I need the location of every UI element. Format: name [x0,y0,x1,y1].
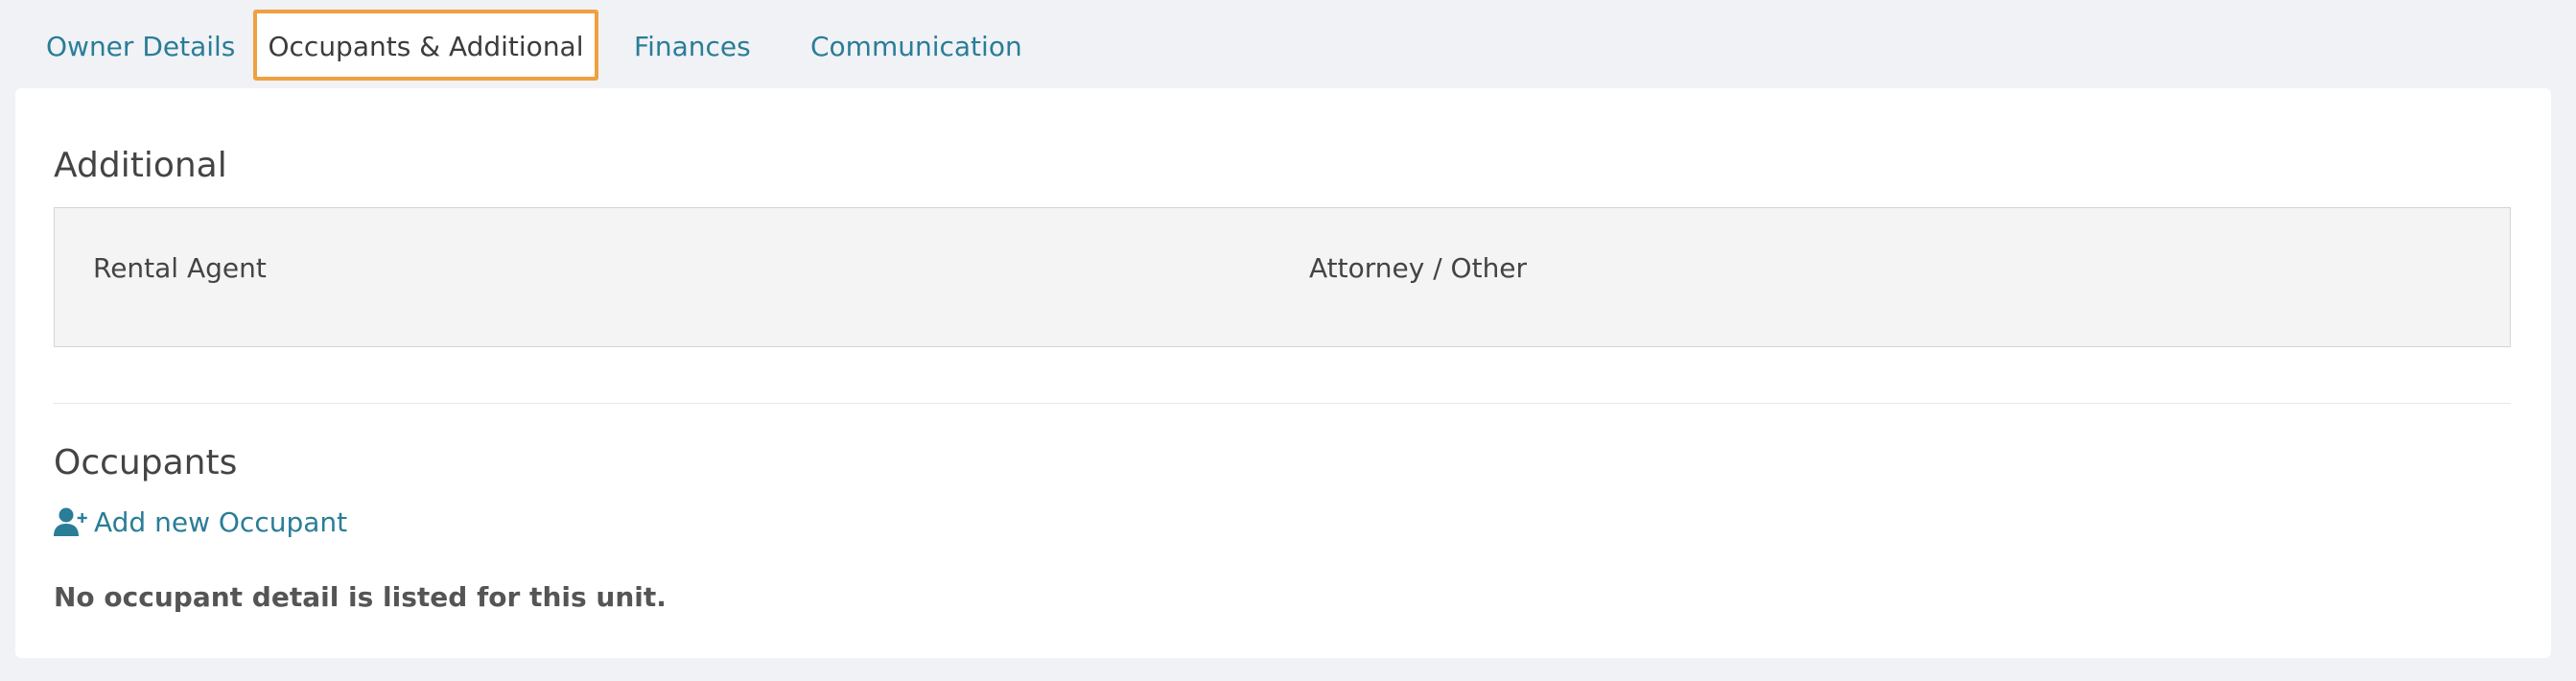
tab-occupants-additional[interactable]: Occupants & Additional [253,10,598,81]
additional-info-panel: Rental Agent Attorney / Other [54,207,2511,347]
user-plus-icon [54,507,87,536]
tab-finances[interactable]: Finances [634,10,751,81]
tab-owner-details[interactable]: Owner Details [46,10,235,81]
additional-section-title: Additional [54,146,227,185]
tab-communication[interactable]: Communication [810,10,1022,81]
occupants-section-title: Occupants [54,443,238,482]
section-divider [54,403,2511,404]
add-occupant-label: Add new Occupant [94,505,348,538]
tab-bar: Owner Details Occupants & Additional Fin… [0,0,2576,88]
rental-agent-label: Rental Agent [93,252,267,284]
attorney-other-label: Attorney / Other [1309,252,1528,284]
add-occupant-link[interactable]: Add new Occupant [54,505,347,539]
content-card: Additional Rental Agent Attorney / Other… [15,88,2551,658]
no-occupants-message: No occupant detail is listed for this un… [54,581,667,613]
